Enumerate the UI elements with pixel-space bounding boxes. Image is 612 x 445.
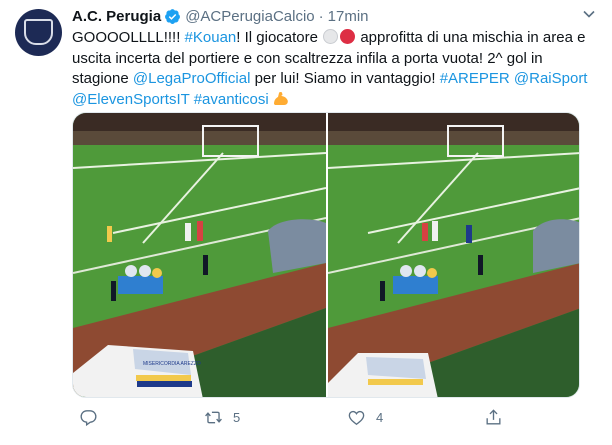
tweet-text: GOOOOLLLL!!!! #Kouan! Il giocatore appro… [72, 28, 597, 110]
share-button[interactable] [484, 408, 503, 427]
tweet-text-part: GOOOOLLLL!!!! [72, 29, 185, 46]
white-circle-icon [323, 29, 339, 44]
hashtag-avanticosi[interactable]: #avanticosi [194, 91, 269, 108]
hashtag-kouan[interactable]: #Kouan [185, 29, 237, 46]
club-crest-icon: 1905 [24, 19, 53, 45]
retweet-button[interactable]: 5 [204, 408, 240, 427]
heart-icon [348, 410, 365, 426]
flexed-biceps-icon [273, 91, 288, 105]
media-grid[interactable]: MISERICORDIA AREZZO [72, 112, 580, 398]
author-name[interactable]: A.C. Perugia [72, 8, 161, 25]
like-count: 4 [376, 410, 384, 425]
hashtag-areper[interactable]: #AREPER [440, 70, 510, 87]
mention-legaprooffical[interactable]: @LegaProOfficial [133, 70, 251, 87]
tweet-header: A.C. Perugia @ACPerugiaCalcio · 17min [72, 6, 582, 26]
tweet-timestamp[interactable]: 17min [328, 8, 369, 25]
reply-button[interactable] [79, 408, 108, 427]
tweet-actions: 5 4 [72, 406, 582, 430]
retweet-count: 5 [233, 410, 241, 425]
tweet-text-part: per lui! Siamo in vantaggio! [250, 70, 440, 88]
like-button[interactable]: 4 [347, 408, 383, 427]
chevron-down-icon[interactable] [582, 9, 596, 19]
mention-raisport[interactable]: @RaiSport [514, 70, 588, 87]
tweet[interactable]: 1905 A.C. Perugia @ACPerugiaCalcio · 17m… [0, 0, 612, 445]
avatar[interactable]: 1905 [15, 9, 62, 56]
retweet-icon [205, 411, 222, 424]
verified-badge-icon [165, 8, 181, 24]
red-circle-icon [340, 29, 356, 44]
share-icon [486, 409, 501, 425]
author-handle[interactable]: @ACPerugiaCalcio [185, 8, 314, 25]
pitch-photo-left[interactable]: MISERICORDIA AREZZO [73, 113, 326, 397]
ambulance-text: MISERICORDIA AREZZO [143, 361, 201, 367]
pitch-photo-right[interactable] [328, 113, 579, 397]
reply-icon [80, 410, 97, 427]
mention-elevensportsit[interactable]: @ElevenSportsIT [72, 91, 190, 108]
separator-dot: · [318, 7, 324, 25]
tweet-text-part: ! Il giocatore [236, 29, 323, 46]
